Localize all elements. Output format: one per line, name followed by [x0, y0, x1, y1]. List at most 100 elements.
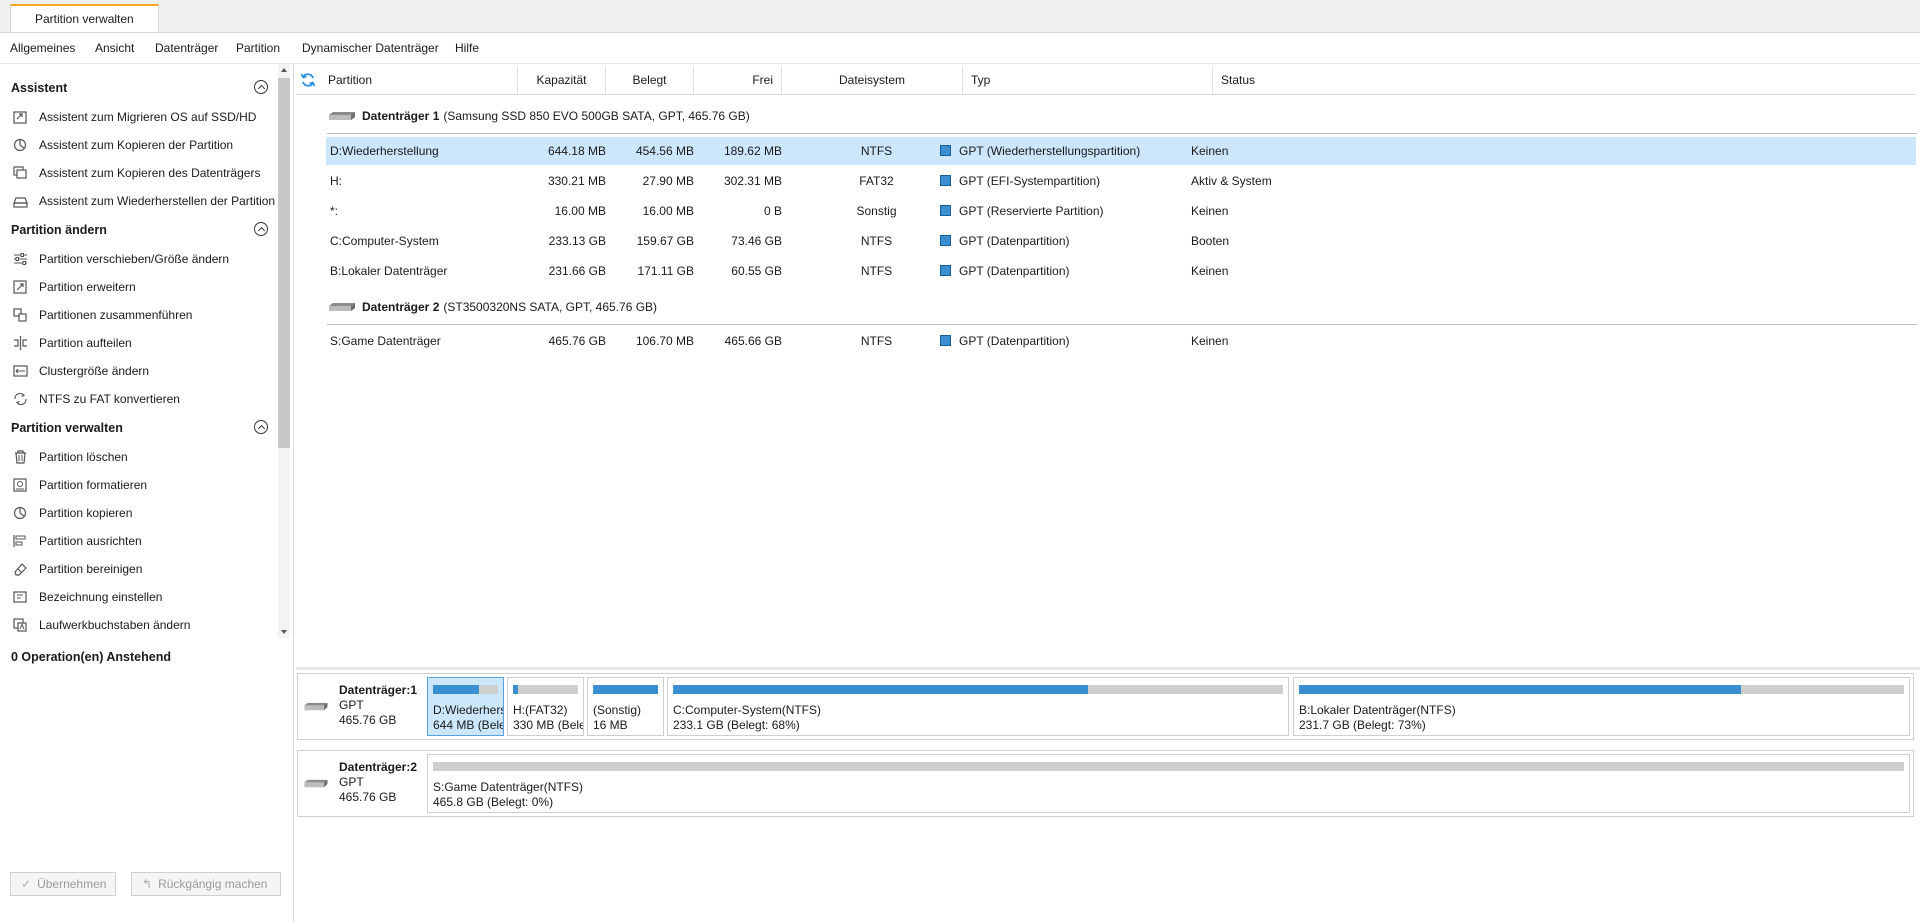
sidebar-item-cluster[interactable]: Clustergröße ändern	[12, 360, 277, 382]
disk-separator	[327, 133, 1917, 134]
column-header-kapazitaet[interactable]: Kapazität	[518, 66, 606, 94]
collapse-partition-aendern-button[interactable]	[254, 222, 268, 236]
sidebar-item-copy-disk-wizard[interactable]: Assistent zum Kopieren des Datenträgers	[12, 162, 277, 184]
menu-dynamischer-datentraeger[interactable]: Dynamischer Datenträger	[302, 33, 439, 63]
column-header-status[interactable]: Status	[1213, 66, 1915, 94]
disk-map-title: Datenträger:2	[339, 760, 418, 774]
disk-map-1: Datenträger:1 GPT 465.76 GB D:Wiederhers…	[297, 673, 1914, 740]
tab-partition-verwalten[interactable]: Partition verwalten	[10, 4, 159, 32]
sidebar-item-convert[interactable]: NTFS zu FAT konvertieren	[12, 388, 277, 410]
table-row[interactable]: C:Computer-System 233.13 GB 159.67 GB 73…	[326, 227, 1916, 255]
disk-map-style: GPT	[339, 698, 364, 712]
disk-map-title: Datenträger:1	[339, 683, 418, 697]
sidebar-item-label-set[interactable]: Bezeichnung einstellen	[12, 586, 277, 608]
sidebar-item-copy-partition-wizard[interactable]: Assistent zum Kopieren der Partition	[12, 134, 277, 156]
sidebar-item-format[interactable]: Partition formatieren	[12, 474, 277, 496]
column-header-partition[interactable]: Partition	[320, 66, 518, 94]
sidebar-item-recover-partition[interactable]: Assistent zum Wiederherstellen der Parti…	[12, 190, 277, 212]
collapse-assistent-button[interactable]	[254, 80, 268, 94]
sidebar-item-split[interactable]: Partition aufteilen	[12, 332, 277, 354]
cell-type: GPT (Reservierte Partition)	[940, 197, 1104, 225]
extend-icon	[12, 280, 28, 294]
sidebar-item-label: Assistent zum Wiederherstellen der Parti…	[39, 194, 276, 208]
sidebar-item-drive-letter[interactable]: Laufwerkbuchstaben ändern	[12, 614, 277, 636]
disk-map-info[interactable]: Datenträger:1 GPT 465.76 GB	[298, 674, 426, 739]
sidebar-item-label: Partition kopieren	[39, 506, 133, 520]
sidebar-item-migrate-os[interactable]: Assistent zum Migrieren OS auf SSD/HD	[12, 106, 277, 128]
column-header-belegt[interactable]: Belegt	[606, 66, 694, 94]
disk-map-partition[interactable]: C:Computer-System(NTFS) 233.1 GB (Belegt…	[667, 677, 1289, 736]
refresh-icon[interactable]	[300, 72, 316, 88]
sidebar-item-wipe[interactable]: Partition bereinigen	[12, 558, 277, 580]
cell-capacity: 330.21 MB	[547, 174, 606, 188]
undo-button-label: Rückgängig machen	[158, 877, 268, 891]
partition-size: 644 MB (Bele	[433, 718, 504, 732]
disk-group-header[interactable]: Datenträger 1 (Samsung SSD 850 EVO 500GB…	[328, 104, 1918, 128]
cell-partition: S:Game Datenträger	[330, 334, 441, 348]
cell-status: Keinen	[1191, 264, 1229, 278]
copy-partition-wizard-icon	[12, 138, 28, 152]
sidebar-item-label: Laufwerkbuchstaben ändern	[39, 618, 191, 632]
sidebar-item-label: NTFS zu FAT konvertieren	[39, 392, 180, 406]
sidebar-item-resize[interactable]: Partition verschieben/Größe ändern	[12, 248, 277, 270]
sidebar-item-label: Assistent zum Migrieren OS auf SSD/HD	[39, 110, 257, 124]
align-icon	[12, 534, 28, 548]
partition-type-icon	[940, 175, 951, 186]
scroll-down-icon[interactable]	[281, 630, 287, 634]
partition-label: H:(FAT32)	[513, 703, 568, 717]
menu-partition[interactable]: Partition	[236, 33, 280, 63]
cell-type: GPT (Datenpartition)	[940, 257, 1070, 285]
menu-hilfe[interactable]: Hilfe	[455, 33, 479, 63]
cluster-icon	[12, 364, 28, 378]
section-title-partition-aendern: Partition ändern	[11, 223, 107, 237]
menu-allgemeines[interactable]: Allgemeines	[10, 33, 75, 63]
apply-button-label: Übernehmen	[37, 877, 107, 891]
split-icon	[12, 336, 28, 350]
table-row[interactable]: B:Lokaler Datenträger 231.66 GB 171.11 G…	[326, 257, 1916, 285]
scroll-up-icon[interactable]	[281, 68, 287, 72]
menu-datentraeger[interactable]: Datenträger	[155, 33, 218, 63]
partition-label: B:Lokaler Datenträger(NTFS)	[1299, 703, 1456, 717]
undo-button[interactable]: ↰ Rückgängig machen	[131, 872, 281, 896]
disk-map-partition[interactable]: S:Game Datenträger(NTFS) 465.8 GB (Beleg…	[427, 754, 1910, 813]
sidebar-item-label: Partition formatieren	[39, 478, 148, 492]
sidebar-item-delete[interactable]: Partition löschen	[12, 446, 277, 468]
disk-map-partition[interactable]: H:(FAT32) 330 MB (Bele	[507, 677, 584, 736]
pane-splitter[interactable]	[296, 667, 1920, 670]
sidebar-scrollbar-thumb[interactable]	[278, 78, 290, 448]
section-title-partition-verwalten: Partition verwalten	[11, 421, 123, 435]
disk-map-partition[interactable]: D:Wiederhers 644 MB (Bele	[427, 677, 504, 736]
table-row[interactable]: S:Game Datenträger 465.76 GB 106.70 MB 4…	[326, 327, 1916, 355]
sidebar-item-extend[interactable]: Partition erweitern	[12, 276, 277, 298]
partition-type-icon	[940, 265, 951, 276]
sidebar-item-copy[interactable]: Partition kopieren	[12, 502, 277, 524]
sidebar-item-label: Partition bereinigen	[39, 562, 143, 576]
disk-name: Datenträger 2	[362, 300, 440, 314]
table-row[interactable]: *: 16.00 MB 16.00 MB 0 B Sonstig GPT (Re…	[326, 197, 1916, 225]
column-header-frei[interactable]: Frei	[694, 66, 782, 94]
table-row[interactable]: H: 330.21 MB 27.90 MB 302.31 MB FAT32 GP…	[326, 167, 1916, 195]
undo-icon: ↰	[142, 877, 153, 891]
column-header-dateisystem[interactable]: Dateisystem	[782, 66, 963, 94]
cell-used: 27.90 MB	[642, 174, 694, 188]
disk-group-header[interactable]: Datenträger 2 (ST3500320NS SATA, GPT, 46…	[328, 295, 1918, 319]
disk-map-info[interactable]: Datenträger:2 GPT 465.76 GB	[298, 751, 426, 816]
partition-table-header: Partition Kapazität Belegt Frei Dateisys…	[296, 66, 1916, 95]
collapse-partition-verwalten-button[interactable]	[254, 420, 268, 434]
cell-partition: C:Computer-System	[330, 234, 439, 248]
type-label: GPT (Wiederherstellungspartition)	[959, 144, 1141, 158]
cell-status: Keinen	[1191, 334, 1229, 348]
sidebar-item-label: Partition erweitern	[39, 280, 136, 294]
menu-ansicht[interactable]: Ansicht	[95, 33, 134, 63]
menu-bar: Allgemeines Ansicht Datenträger Partitio…	[0, 33, 1920, 64]
type-label: GPT (Reservierte Partition)	[959, 204, 1104, 218]
sidebar-item-label: Partition aufteilen	[39, 336, 132, 350]
column-header-typ[interactable]: Typ	[963, 66, 1213, 94]
apply-button[interactable]: ✓ Übernehmen	[10, 872, 116, 896]
sidebar-item-align[interactable]: Partition ausrichten	[12, 530, 277, 552]
partition-size: 330 MB (Bele	[513, 718, 584, 732]
sidebar-item-merge[interactable]: Partitionen zusammenführen	[12, 304, 277, 326]
disk-map-partition[interactable]: B:Lokaler Datenträger(NTFS) 231.7 GB (Be…	[1293, 677, 1910, 736]
disk-map-partition[interactable]: (Sonstig) 16 MB	[587, 677, 664, 736]
table-row[interactable]: D:Wiederherstellung 644.18 MB 454.56 MB …	[326, 137, 1916, 165]
